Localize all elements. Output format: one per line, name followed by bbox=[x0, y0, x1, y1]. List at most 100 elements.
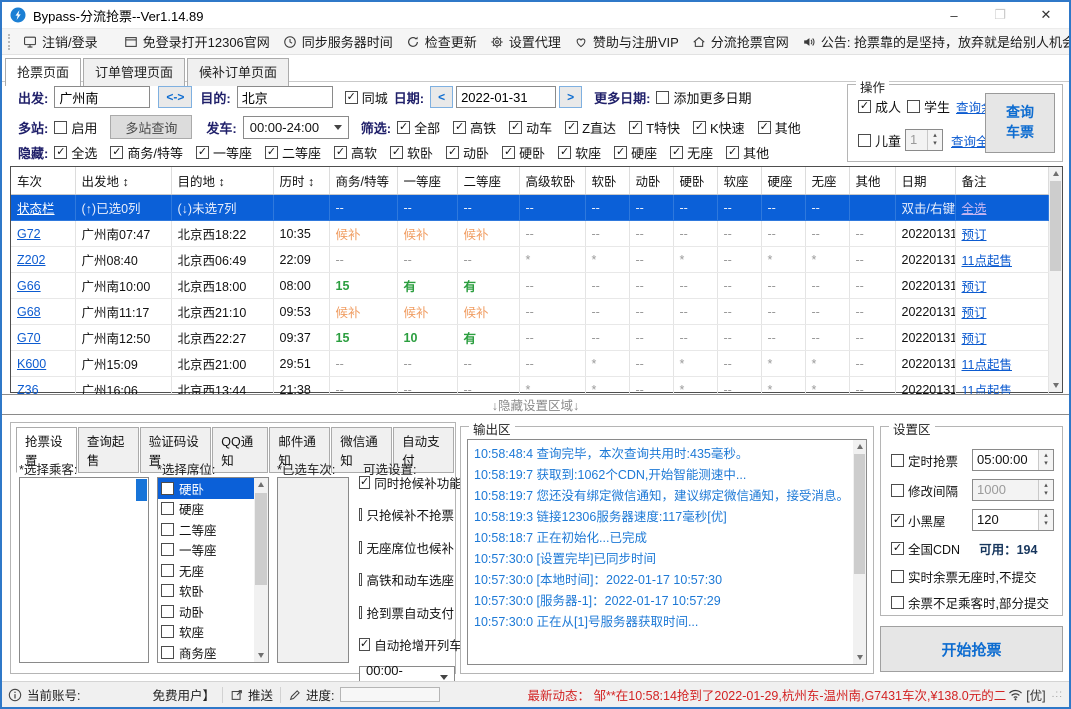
spinner-arrows-icon[interactable]: ▴ ▾ bbox=[927, 130, 943, 150]
toolbar-button-4[interactable]: 设置代理 bbox=[490, 32, 561, 51]
select-all-link[interactable]: 全选 bbox=[962, 202, 987, 216]
scroll-up-icon[interactable] bbox=[254, 478, 267, 491]
train-type-filter-2[interactable]: ✓ 动车 bbox=[509, 118, 552, 137]
grab-option-1[interactable]: 只抢候补不抢票 bbox=[359, 505, 454, 524]
train-type-filter-1[interactable]: ✓ 高铁 bbox=[453, 118, 496, 137]
scrollbar-thumb[interactable] bbox=[1050, 181, 1061, 271]
date-prev-button[interactable]: < bbox=[430, 86, 454, 108]
train-row-4[interactable]: G70 广州南12:50 北京西22:27 09:37 15 10 有 -- -- -- -- -- -… bbox=[11, 324, 1049, 351]
passenger-listbox[interactable] bbox=[19, 477, 149, 663]
book-link[interactable]: 预订 bbox=[962, 280, 987, 294]
main-tab-0[interactable]: 抢票页面 bbox=[5, 58, 82, 86]
seat-hide-filter-7[interactable]: ✓ 硬卧 bbox=[502, 143, 545, 162]
seat-option-2[interactable]: 二等座 bbox=[158, 519, 254, 540]
train-type-filter-0[interactable]: ✓ 全部 bbox=[397, 118, 440, 137]
grab-option-4[interactable]: 抢到票自动支付 bbox=[359, 603, 454, 622]
date-next-button[interactable]: > bbox=[559, 86, 583, 108]
main-tab-1[interactable]: 订单管理页面 bbox=[83, 58, 186, 86]
extra-checkbox-1[interactable]: 余票不足乘客时,部分提交 bbox=[891, 593, 1049, 612]
book-link[interactable]: 11点起售 bbox=[962, 254, 1012, 268]
grab-option-3[interactable]: 高铁和动车选座 bbox=[359, 570, 454, 589]
train-type-filter-4[interactable]: ✓ T特快 bbox=[629, 118, 680, 137]
student-checkbox[interactable]: 学生 bbox=[907, 97, 950, 116]
child-count-spinner[interactable]: 1 ▴ ▾ bbox=[905, 129, 944, 151]
seat-hide-filter-6[interactable]: ✓ 动卧 bbox=[446, 143, 489, 162]
column-header-9[interactable]: 动卧 bbox=[629, 167, 674, 195]
scroll-up-icon[interactable] bbox=[853, 440, 866, 453]
depart-input[interactable] bbox=[54, 86, 151, 108]
column-header-14[interactable]: 其他 bbox=[849, 167, 896, 195]
status-cell-0[interactable]: 状态栏 bbox=[11, 194, 76, 221]
seat-scrollbar[interactable] bbox=[254, 478, 268, 662]
hide-settings-divider[interactable]: ↓隐藏设置区域↓ bbox=[2, 394, 1069, 415]
status-link[interactable]: 状态栏 bbox=[17, 202, 55, 216]
train-row-0[interactable]: G72 广州南07:47 北京西18:22 10:35 候补 候补 候补 -- -- -- -- --… bbox=[11, 220, 1049, 247]
column-header-4[interactable]: 商务/特等 bbox=[329, 167, 398, 195]
scrollbar-thumb[interactable] bbox=[854, 454, 865, 574]
train-link[interactable]: G72 bbox=[17, 227, 41, 241]
column-header-7[interactable]: 高级软卧 bbox=[519, 167, 586, 195]
seat-hide-filter-8[interactable]: ✓ 软座 bbox=[558, 143, 601, 162]
seat-hide-filter-3[interactable]: ✓ 二等座 bbox=[265, 143, 321, 162]
swap-stations-button[interactable]: <-> bbox=[158, 86, 193, 108]
train-type-filter-6[interactable]: ✓ 其他 bbox=[757, 118, 801, 137]
train-type-filter-3[interactable]: ✓ Z直达 bbox=[565, 118, 616, 137]
selected-trains-listbox[interactable] bbox=[277, 477, 349, 663]
toolbar-button-0[interactable]: 注销/登录 bbox=[23, 32, 98, 51]
seat-option-0[interactable]: 硬卧 bbox=[158, 478, 254, 499]
close-button[interactable]: ✕ bbox=[1023, 2, 1069, 28]
train-link[interactable]: Z202 bbox=[17, 253, 46, 267]
train-row-2[interactable]: G66 广州南10:00 北京西18:00 08:00 15 有有 -- -- -- -- -- --… bbox=[11, 272, 1049, 299]
spinner-arrows-icon[interactable]: ▴ ▾ bbox=[1038, 510, 1053, 530]
scroll-up-icon[interactable] bbox=[1049, 167, 1062, 180]
seat-hide-filter-5[interactable]: ✓ 软卧 bbox=[390, 143, 433, 162]
depart-time-dropdown[interactable]: 00:00-24:00 bbox=[242, 115, 349, 139]
train-link[interactable]: K600 bbox=[17, 357, 46, 371]
toolbar-button-3[interactable]: 检查更新 bbox=[406, 32, 477, 51]
table-scrollbar[interactable] bbox=[1049, 167, 1062, 392]
seat-hide-filter-10[interactable]: ✓ 无座 bbox=[670, 143, 713, 162]
seat-option-3[interactable]: 一等座 bbox=[158, 540, 254, 561]
column-header-3[interactable]: 历时 ↕ bbox=[273, 167, 330, 195]
push-label[interactable]: 推送 bbox=[248, 685, 273, 704]
column-header-5[interactable]: 一等座 bbox=[397, 167, 458, 195]
seat-option-7[interactable]: 软座 bbox=[158, 622, 254, 643]
seat-hide-filter-2[interactable]: ✓ 一等座 bbox=[195, 143, 252, 162]
toolbar-button-5[interactable]: 赞助与注册VIP bbox=[574, 32, 679, 51]
column-header-11[interactable]: 软座 bbox=[717, 167, 762, 195]
seat-option-8[interactable]: 商务座 bbox=[158, 642, 254, 662]
train-row-1[interactable]: Z202 广州08:40 北京西06:49 22:09 -- -- -- * * -- * -- * * -… bbox=[11, 246, 1049, 273]
column-header-12[interactable]: 硬座 bbox=[761, 167, 806, 195]
query-tickets-button[interactable]: 查询 车票 bbox=[985, 93, 1055, 153]
scroll-down-icon[interactable] bbox=[1049, 379, 1062, 392]
status-row[interactable]: 状态栏 (↑)已选0列 (↓)未选7列 -- -- -- -- -- -- -- -- -- -- 双击/… bbox=[11, 194, 1049, 221]
scroll-down-icon[interactable] bbox=[853, 651, 866, 664]
column-header-0[interactable]: 车次 bbox=[11, 167, 76, 195]
child-checkbox[interactable]: 儿童 bbox=[858, 131, 901, 150]
seat-option-5[interactable]: 软卧 bbox=[158, 581, 254, 602]
scroll-down-icon[interactable] bbox=[254, 649, 267, 662]
column-header-15[interactable]: 日期 bbox=[895, 167, 956, 195]
seat-hide-filter-1[interactable]: ✓ 商务/特等 bbox=[110, 143, 183, 162]
maximize-button[interactable]: ❐ bbox=[977, 2, 1023, 28]
add-more-dates-checkbox[interactable]: 添加更多日期 bbox=[656, 88, 751, 107]
cdn-checkbox[interactable]: ✓ 全国CDN bbox=[891, 539, 960, 558]
setting-spinner-1[interactable]: 1000 ▴ ▾ bbox=[972, 479, 1054, 501]
dest-input[interactable] bbox=[236, 86, 333, 108]
toolbar-button-6[interactable]: 分流抢票官网 bbox=[692, 32, 789, 51]
extra-checkbox-0[interactable]: 实时余票无座时,不提交 bbox=[891, 567, 1036, 586]
start-grab-button[interactable]: 开始抢票 bbox=[880, 626, 1063, 672]
toolbar-button-2[interactable]: 同步服务器时间 bbox=[283, 32, 393, 51]
column-header-2[interactable]: 目的地 ↕ bbox=[171, 167, 274, 195]
same-city-checkbox[interactable]: ✓ 同城 bbox=[344, 88, 388, 107]
train-link[interactable]: G70 bbox=[17, 331, 41, 345]
seat-hide-filter-11[interactable]: ✓ 其他 bbox=[726, 143, 769, 162]
setting-checkbox-1[interactable]: 修改间隔 bbox=[891, 481, 958, 500]
column-header-1[interactable]: 出发地 ↕ bbox=[75, 167, 172, 195]
spinner-arrows-icon[interactable]: ▴ ▾ bbox=[1038, 450, 1053, 470]
seat-option-6[interactable]: 动卧 bbox=[158, 601, 254, 622]
train-row-5[interactable]: K600 广州15:09 北京西21:00 29:51 -- -- -- -- * -- * -- * *… bbox=[11, 350, 1049, 377]
book-link[interactable]: 预订 bbox=[962, 332, 987, 346]
column-header-10[interactable]: 硬卧 bbox=[673, 167, 718, 195]
adult-checkbox[interactable]: ✓ 成人 bbox=[858, 97, 901, 116]
